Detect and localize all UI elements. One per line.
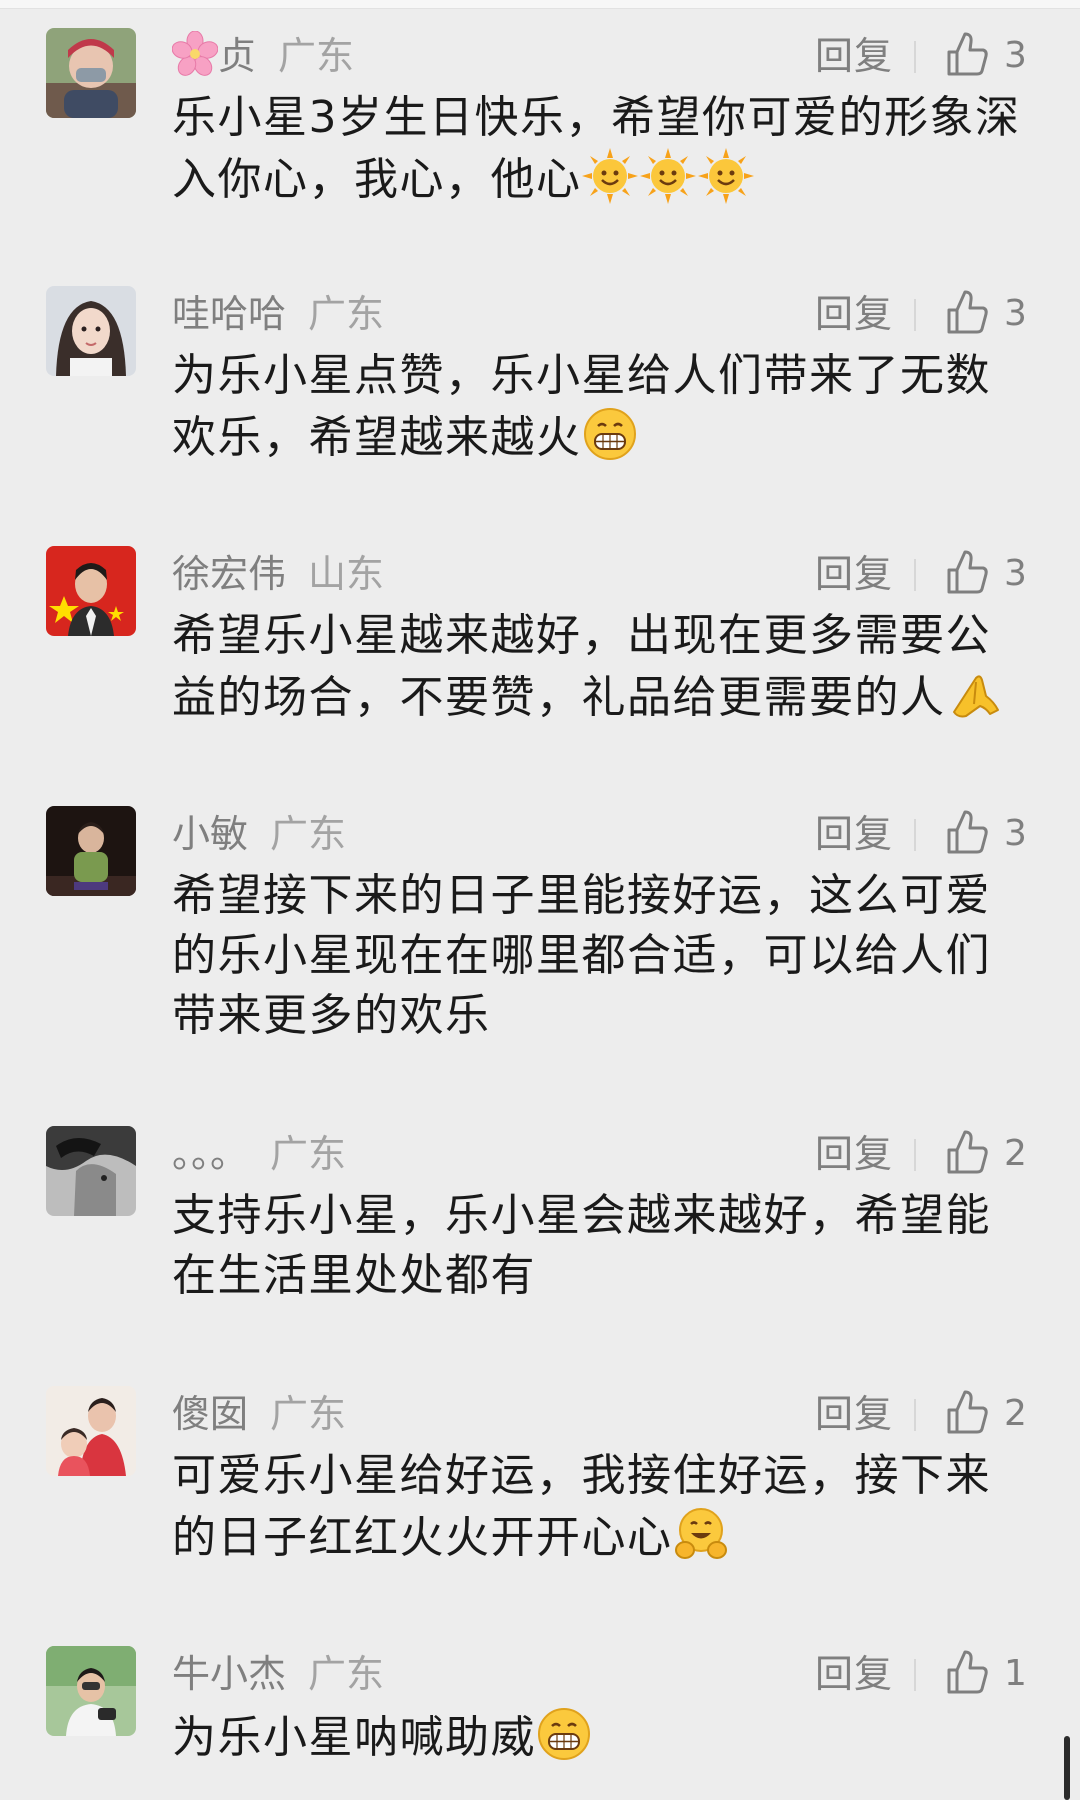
grinning-face-icon <box>582 406 638 462</box>
comment-meta: 小敏 广东 <box>172 806 346 862</box>
reply-button[interactable]: 回复 <box>815 546 893 602</box>
region-label: 广东 <box>308 292 385 336</box>
divider <box>914 41 916 73</box>
avatar[interactable] <box>46 1126 136 1216</box>
comment-body: 可爱乐小星给好运，我接住好运，接下来的日子红红火火开开心心 <box>172 1450 991 1563</box>
divider <box>914 819 916 851</box>
comment-text: 支持乐小星，乐小星会越来越好，希望能在生活里处处都有 <box>172 1186 1032 1306</box>
thumbs-up-icon[interactable] <box>945 288 989 336</box>
scrollbar[interactable] <box>1064 1736 1070 1800</box>
avatar[interactable] <box>46 286 136 376</box>
reply-button[interactable]: 回复 <box>815 286 893 342</box>
divider <box>914 1139 916 1171</box>
comment-body: 为乐小星呐喊助威 <box>172 1712 536 1763</box>
comment-meta: 贞广东 <box>171 28 355 84</box>
cherry-blossom-icon <box>171 30 219 77</box>
username[interactable]: 徐宏伟 <box>172 552 286 596</box>
comment-body: 希望乐小星越来越好，出现在更多需要公益的场合，不要赞，礼品给更需要的人 <box>172 610 991 723</box>
like-count: 2 <box>1004 1133 1027 1174</box>
comment-text: 希望接下来的日子里能接好运，这么可爱的乐小星现在在哪里都合适，可以给人们带来更多… <box>172 866 1032 1046</box>
like-count: 3 <box>1004 293 1027 334</box>
like-count: 1 <box>1004 1653 1027 1694</box>
thumbs-up-icon[interactable] <box>945 808 989 856</box>
username[interactable]: 哇哈哈 <box>172 292 286 336</box>
reply-button[interactable]: 回复 <box>815 806 893 862</box>
comment-meta: 徐宏伟 山东 <box>172 546 384 602</box>
region-label: 广东 <box>270 812 347 856</box>
region-label: 广东 <box>270 1392 347 1436</box>
avatar[interactable] <box>46 546 136 636</box>
comment-meta: 哇哈哈 广东 <box>172 286 384 342</box>
reply-button[interactable]: 回复 <box>815 1646 893 1702</box>
thumbs-up-icon[interactable] <box>945 548 989 596</box>
avatar[interactable] <box>46 1646 136 1736</box>
thumbs-up-icon[interactable] <box>945 1648 989 1696</box>
like-count: 2 <box>1004 1393 1027 1434</box>
grinning-face-icon <box>536 1706 592 1762</box>
thumbs-up-icon[interactable] <box>945 30 989 78</box>
sun-face-icon <box>697 148 754 204</box>
comment-body: 支持乐小星，乐小星会越来越好，希望能在生活里处处都有 <box>172 1190 991 1301</box>
reply-button[interactable]: 回复 <box>815 1126 893 1182</box>
thumbs-up-icon[interactable] <box>945 1128 989 1176</box>
comment-text: 为乐小星点赞，乐小星给人们带来了无数欢乐，希望越来越火 <box>172 346 1032 468</box>
region-label: 广东 <box>270 1132 347 1176</box>
like-count: 3 <box>1004 35 1027 76</box>
comment-text: 希望乐小星越来越好，出现在更多需要公益的场合，不要赞，礼品给更需要的人 <box>172 606 1032 728</box>
username[interactable]: 小敏 <box>172 812 248 856</box>
divider <box>914 559 916 591</box>
comment-text: 可爱乐小星给好运，我接住好运，接下来的日子红红火火开开心心 <box>172 1446 1032 1568</box>
avatar[interactable] <box>46 806 136 896</box>
comment-text: 乐小星3岁生日快乐，希望你可爱的形象深入你心，我心，他心 <box>172 88 1032 210</box>
reply-button[interactable]: 回复 <box>815 28 893 84</box>
praying-hands-icon <box>946 666 1002 722</box>
region-label: 广东 <box>308 1652 385 1696</box>
divider <box>914 1399 916 1431</box>
avatar[interactable] <box>46 1386 136 1476</box>
sun-face-icon <box>581 148 638 204</box>
sun-face-icon <box>639 148 696 204</box>
comment-text: 为乐小星呐喊助威 <box>172 1706 1032 1768</box>
username[interactable]: 牛小杰 <box>172 1652 286 1696</box>
region-label: 山东 <box>308 552 385 596</box>
avatar[interactable] <box>46 28 136 118</box>
username[interactable]: 傻囡 <box>172 1392 248 1436</box>
comment-list: 贞广东 回复 3 乐小星3岁生日快乐，希望你可爱的形象深入你心，我心，他心 哇哈… <box>0 0 1080 1800</box>
region-label: 广东 <box>278 34 355 78</box>
divider <box>914 1659 916 1691</box>
username[interactable]: 贞 <box>218 34 256 78</box>
comment-meta: 傻囡 广东 <box>172 1386 346 1442</box>
comment-meta: 。。。 广东 <box>172 1126 346 1182</box>
reply-button[interactable]: 回复 <box>815 1386 893 1442</box>
like-count: 3 <box>1004 553 1027 594</box>
like-count: 3 <box>1004 813 1027 854</box>
comment-body: 希望接下来的日子里能接好运，这么可爱的乐小星现在在哪里都合适，可以给人们带来更多… <box>172 870 991 1041</box>
thumbs-up-icon[interactable] <box>945 1388 989 1436</box>
username[interactable]: 。。。 <box>172 1132 248 1176</box>
hugging-face-icon <box>673 1506 729 1562</box>
comment-meta: 牛小杰 广东 <box>172 1646 384 1702</box>
divider <box>914 299 916 331</box>
